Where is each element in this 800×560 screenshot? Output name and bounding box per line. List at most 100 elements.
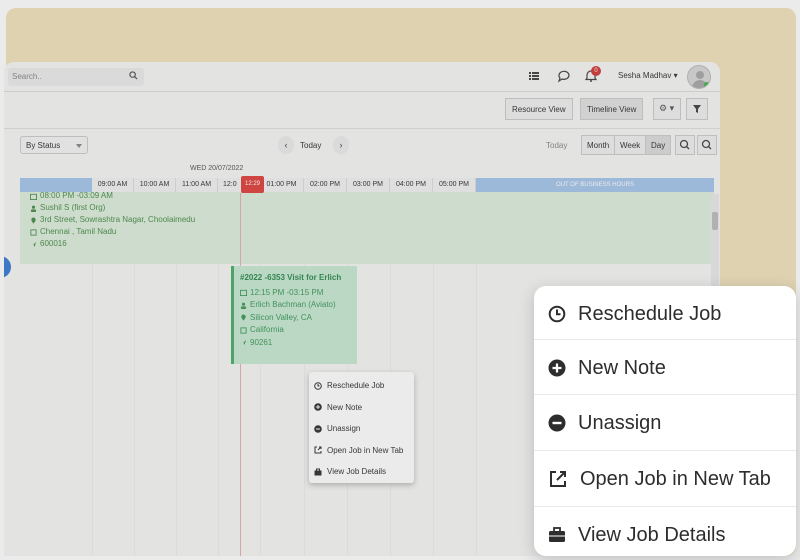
avatar[interactable] — [687, 65, 711, 89]
user-name: Sesha Madhav — [618, 71, 672, 80]
current-time-badge: 12:29 — [241, 176, 264, 193]
menu-item-unassign[interactable]: Unassign — [309, 418, 414, 440]
plus-circle-icon — [548, 359, 566, 377]
status-filter-label: By Status — [26, 141, 61, 150]
time-slot: 01:00 PM — [260, 178, 304, 192]
timeline-view-button[interactable]: Timeline View — [580, 98, 644, 120]
menu-item-unassign[interactable]: Unassign — [534, 395, 796, 451]
menu-item-label: Reschedule Job — [578, 302, 722, 325]
plus-circle-icon — [314, 403, 322, 412]
grid-line — [134, 264, 135, 556]
chat-icon[interactable] — [557, 69, 571, 83]
chevron-down-icon — [76, 144, 82, 148]
today-button[interactable]: Today — [300, 141, 321, 150]
menu-item-label: Open Job in New Tab — [580, 467, 771, 490]
job-zip: 600016 — [40, 239, 67, 248]
resource-view-button[interactable]: Resource View — [505, 98, 573, 120]
briefcase-icon — [314, 468, 322, 476]
job-title: #2022 -6353 Visit for Erlich — [240, 273, 342, 282]
filter-icon — [693, 105, 701, 113]
search-placeholder: Search.. — [12, 72, 42, 81]
today-link[interactable]: Today — [546, 141, 567, 150]
menu-item-new-note[interactable]: New Note — [309, 397, 414, 419]
menu-item-label: Open Job in New Tab — [327, 445, 404, 455]
grid-line — [92, 264, 93, 556]
settings-button[interactable]: ⚙ ▾ — [653, 98, 681, 120]
time-slot: 04:00 PM — [390, 178, 433, 192]
grid-line — [218, 264, 219, 556]
notification-badge: 0 — [591, 66, 601, 76]
job-address: 3rd Street, Sowrashtra Nagar, Choolaimed… — [40, 215, 196, 224]
map-pin-icon — [31, 216, 36, 224]
navigation-icon — [30, 241, 37, 247]
context-menu-zoomed: Reschedule Job New Note Unassign Open Jo… — [534, 286, 796, 556]
menu-item-label: New Note — [578, 356, 666, 379]
menu-item-view-details[interactable]: View Job Details — [534, 507, 796, 560]
job-city: Silicon Valley, CA — [250, 312, 312, 322]
navigation-icon — [240, 340, 247, 346]
job-time: 08:00 PM -03:09 AM — [40, 191, 113, 200]
user-menu[interactable]: Sesha Madhav ▾ — [618, 71, 678, 80]
grid-line — [176, 264, 177, 556]
external-link-icon — [314, 446, 322, 454]
zoom-in-icon — [679, 139, 690, 150]
time-slot: 02:00 PM — [304, 178, 347, 192]
chevron-left-icon: ‹ — [284, 140, 288, 150]
building-icon — [240, 327, 247, 334]
filter-button[interactable] — [686, 98, 708, 120]
briefcase-icon — [549, 527, 565, 542]
prev-day-button[interactable]: ‹ — [278, 136, 294, 154]
menu-item-open-tab[interactable]: Open Job in New Tab — [309, 440, 414, 462]
search-input[interactable]: Search.. — [8, 68, 144, 86]
scrollbar-thumb[interactable] — [712, 212, 718, 230]
top-bar: Search.. 0 Sesha Madhav ▾ — [4, 62, 720, 92]
job-card-1-details: 08:00 PM -03:09 AM Sushil S (first Org) … — [30, 190, 195, 250]
job-city: Chennai , Tamil Nadu — [40, 227, 117, 236]
map-pin-icon — [241, 314, 246, 321]
list-icon[interactable] — [527, 69, 541, 83]
day-view-button[interactable]: Day — [645, 135, 672, 155]
time-slot: 03:00 PM — [347, 178, 390, 192]
menu-item-open-tab[interactable]: Open Job in New Tab — [534, 451, 796, 507]
external-link-icon — [550, 471, 566, 487]
minus-circle-icon — [314, 424, 322, 433]
calendar-icon — [240, 290, 247, 297]
building-icon — [30, 228, 37, 236]
clock-icon — [314, 381, 322, 390]
job-person: Erlich Bachman (Aviato) — [250, 300, 336, 309]
job-person: Sushil S (first Org) — [40, 203, 106, 212]
menu-item-label: Unassign — [578, 411, 662, 434]
menu-item-new-note[interactable]: New Note — [534, 340, 796, 396]
menu-item-label: New Note — [327, 402, 363, 412]
menu-item-label: Reschedule Job — [327, 381, 385, 391]
job-time: 12:15 PM -03:15 PM — [250, 287, 324, 297]
grid-line — [433, 264, 434, 556]
online-status-dot — [704, 82, 710, 88]
context-menu-small: Reschedule Job New Note Unassign Open Jo… — [309, 372, 414, 483]
menu-item-label: Unassign — [327, 424, 361, 434]
calendar-icon — [30, 193, 37, 200]
current-time-line — [240, 193, 241, 556]
next-day-button[interactable]: › — [333, 136, 349, 154]
clock-icon — [548, 305, 566, 323]
menu-item-reschedule[interactable]: Reschedule Job — [534, 286, 796, 342]
month-view-button[interactable]: Month — [581, 135, 616, 155]
resource-marker[interactable] — [4, 256, 11, 278]
status-filter-dropdown[interactable]: By Status — [20, 136, 88, 154]
job-card-2[interactable]: #2022 -6353 Visit for Erlich 12:15 PM -0… — [231, 266, 357, 364]
divider — [4, 128, 720, 129]
zoom-in-button[interactable] — [675, 135, 695, 155]
gear-icon: ⚙ ▾ — [659, 103, 675, 113]
chevron-right-icon: › — [339, 140, 343, 150]
menu-item-label: View Job Details — [578, 523, 726, 546]
zoom-out-button[interactable] — [697, 135, 717, 155]
zoom-out-icon — [701, 139, 712, 150]
menu-item-label: View Job Details — [327, 467, 386, 477]
job-zip: 90261 — [250, 337, 273, 347]
search-icon[interactable] — [129, 71, 138, 80]
menu-item-reschedule[interactable]: Reschedule Job — [309, 375, 414, 397]
menu-item-view-details[interactable]: View Job Details — [309, 461, 414, 483]
time-slot: 05:00 PM — [433, 178, 476, 192]
minus-circle-icon — [548, 414, 566, 432]
week-view-button[interactable]: Week — [614, 135, 647, 155]
